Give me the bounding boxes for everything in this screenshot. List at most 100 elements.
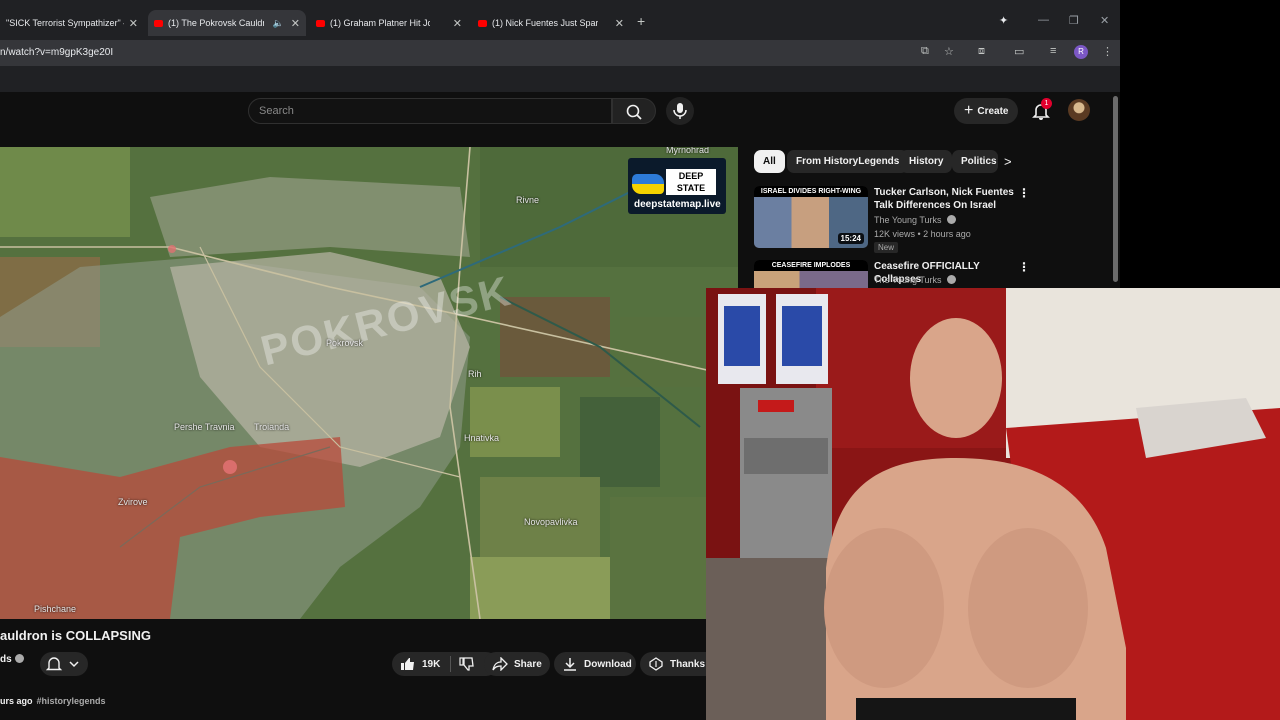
cast-icon[interactable]: ⧉ [921, 45, 929, 58]
speaker-muted-icon[interactable]: 🔈 [273, 18, 284, 29]
chip-history[interactable]: History [900, 150, 953, 173]
profile-avatar[interactable]: R [1074, 45, 1088, 59]
thumbnail-image [754, 271, 868, 288]
browser-tab-3[interactable]: (1) Graham Platner Hit Job BAC ✕ [310, 10, 468, 36]
new-tab-icon[interactable]: + [637, 13, 645, 29]
video-thumbnail[interactable]: CEASEFIRE IMPLODES [754, 260, 868, 288]
divider [450, 656, 452, 672]
share-icon [492, 657, 508, 671]
place-label: Novopavlivka [524, 517, 578, 527]
bell-chevron-icon [45, 657, 79, 671]
download-label: Download [584, 658, 632, 670]
minimize-icon[interactable]: — [1038, 14, 1049, 26]
recommendation-item[interactable]: CEASEFIRE IMPLODES Ceasefire OFFICIALLY … [754, 260, 1094, 288]
youtube-favicon-icon [316, 19, 325, 27]
place-label: Pershe Travnia [174, 422, 235, 432]
video-player[interactable]: POKROVSK Myrnohrad Rivne Pokrovsk Rih Pe… [0, 147, 738, 619]
logo-url: deepstatemap.live [634, 199, 721, 210]
kebab-menu-icon[interactable]: ⋮ [1102, 45, 1113, 58]
voice-search-button[interactable] [666, 97, 694, 125]
recommendation-channel[interactable]: The Young Turks [874, 275, 957, 285]
thumbnail-banner: CEASEFIRE IMPLODES [754, 260, 868, 271]
extensions-icon[interactable]: ⧈ [978, 45, 985, 58]
more-actions-icon[interactable]: ⋮ [1018, 186, 1030, 200]
scrollbar-thumb[interactable] [1113, 96, 1118, 282]
youtube-favicon-icon [154, 19, 163, 27]
duration-badge: 15:24 [837, 233, 864, 244]
star-icon[interactable]: ☆ [944, 45, 954, 58]
window-close-icon[interactable]: ✕ [1100, 14, 1109, 27]
download-icon [564, 658, 576, 671]
search-placeholder: Search [259, 105, 294, 117]
logo-text-bottom: STATE [676, 183, 706, 193]
search-icon [626, 104, 642, 120]
like-dislike-group[interactable]: 19K [392, 652, 498, 676]
channel-text: The Young Turks [874, 275, 942, 285]
media-icon[interactable]: ≡ [1050, 45, 1056, 57]
place-label: Zvirove [118, 497, 148, 507]
create-button[interactable]: + Create [954, 98, 1018, 124]
video-meta: urs ago #historylegends [0, 696, 106, 706]
url-text[interactable]: n/watch?v=m9gpK3ge20I [0, 47, 113, 58]
user-avatar[interactable] [1068, 99, 1090, 121]
browser-tab-2-active[interactable]: (1) The Pokrovsk Cauldron is C 🔈 ✕ [148, 10, 306, 36]
verified-icon [14, 654, 24, 663]
close-icon[interactable]: ✕ [615, 17, 624, 30]
notification-count-badge: 1 [1041, 98, 1052, 109]
thanks-label: Thanks [670, 658, 706, 670]
logo-text-top: DEEP [678, 171, 704, 181]
tab-title: (1) The Pokrovsk Cauldron is C [168, 18, 264, 28]
like-count: 19K [422, 658, 441, 670]
sidepanel-icon[interactable]: ▭ [1014, 45, 1024, 58]
place-label: Troianda [254, 422, 290, 432]
channel-name-text: ds [0, 654, 12, 665]
close-icon[interactable]: ✕ [129, 17, 138, 30]
chip-politics[interactable]: Politics [952, 150, 998, 173]
browser-tab-4[interactable]: (1) Nick Fuentes Just Sparked a ✕ [472, 10, 630, 36]
upload-age: urs ago [0, 696, 33, 706]
ukraine-map-logo-icon [632, 174, 664, 194]
recommendation-item[interactable]: ISRAEL DIVIDES RIGHT-WING 15:24 Tucker C… [754, 186, 1094, 253]
recommendation-channel[interactable]: The Young Turks [874, 215, 957, 225]
close-icon[interactable]: ✕ [291, 17, 300, 30]
place-label: Pishchane [34, 604, 77, 614]
hashtag-link[interactable]: #historylegends [37, 696, 106, 706]
recommendation-title[interactable]: Tucker Carlson, Nick Fuentes Talk Differ… [874, 186, 1014, 212]
address-bar[interactable]: n/watch?v=m9gpK3ge20I ⧉ ☆ ⧈ ▭ ≡ R ⋮ [0, 40, 1120, 66]
search-button[interactable] [612, 98, 656, 124]
place-label: Rih [468, 369, 482, 379]
more-actions-icon[interactable]: ⋮ [1018, 260, 1030, 274]
thanks-button[interactable]: Thanks [640, 652, 706, 676]
thanks-icon [649, 657, 663, 671]
tab-title: "SICK Terrorist Sympathizer" — E [6, 18, 124, 28]
chip-from-historylegends[interactable]: From HistoryLegends [787, 150, 909, 173]
video-thumbnail[interactable]: ISRAEL DIVIDES RIGHT-WING 15:24 [754, 186, 868, 248]
chip-all[interactable]: All [754, 150, 785, 173]
download-button[interactable]: Download [554, 652, 636, 676]
sparkle-icon[interactable]: ✦ [999, 14, 1008, 27]
channel-name[interactable]: ds [0, 654, 24, 665]
place-label: Rivne [516, 195, 540, 205]
subscribe-notifications-button[interactable] [40, 652, 88, 676]
recommendation-stats: 12K views • 2 hours ago [874, 229, 971, 239]
thumbnail-banner: ISRAEL DIVIDES RIGHT-WING [754, 186, 868, 197]
create-label: Create [977, 105, 1009, 117]
share-button[interactable]: Share [484, 652, 550, 676]
logo-box: DEEP STATE [666, 169, 716, 195]
thumbs-up-icon[interactable] [400, 657, 416, 671]
chevron-right-icon[interactable]: > [1004, 154, 1012, 169]
restore-icon[interactable]: ❐ [1069, 14, 1079, 27]
webcam-image [706, 288, 1280, 720]
thumbs-down-icon[interactable] [459, 657, 475, 671]
share-label: Share [514, 658, 542, 670]
youtube-favicon-icon [478, 19, 487, 27]
search-input[interactable]: Search [248, 98, 612, 124]
deepstatemap-logo: DEEP STATE deepstatemap.live [628, 158, 726, 214]
place-label: Myrnohrad [666, 147, 710, 155]
browser-tab-1[interactable]: "SICK Terrorist Sympathizer" — E ✕ [0, 10, 144, 36]
tab-title: (1) Nick Fuentes Just Sparked a [492, 18, 598, 28]
map-frame [0, 147, 738, 619]
close-icon[interactable]: ✕ [453, 17, 462, 30]
tab-strip: "SICK Terrorist Sympathizer" — E ✕ (1) T… [0, 10, 1120, 36]
verified-icon [947, 275, 957, 284]
